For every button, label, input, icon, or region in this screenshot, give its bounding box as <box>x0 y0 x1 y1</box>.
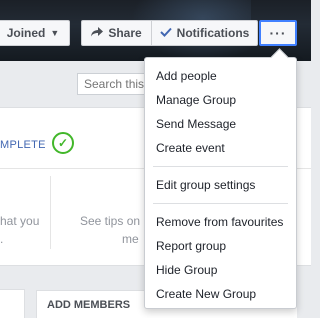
bottom-left-card <box>0 289 25 318</box>
checkmark-icon <box>159 26 172 40</box>
tip-right-line1: See tips on <box>80 214 141 228</box>
more-dots-icon: ··· <box>269 25 287 41</box>
menu-item-hide-group[interactable]: Hide Group <box>145 258 296 282</box>
checkmark-circle-icon: ✓ <box>52 132 74 154</box>
share-button[interactable]: Share <box>81 20 151 46</box>
tip-left-line1: hat you <box>0 214 40 228</box>
menu-item-add-people[interactable]: Add people <box>145 64 296 88</box>
caret-down-icon: ▼ <box>50 28 60 38</box>
menu-item-edit-group-settings[interactable]: Edit group settings <box>145 173 296 197</box>
joined-button[interactable]: Joined ▼ <box>0 20 70 46</box>
tip-right: See tips on me <box>80 212 140 248</box>
menu-item-create-new-group[interactable]: Create New Group <box>145 282 296 306</box>
share-label: Share <box>108 26 142 40</box>
add-members-title: ADD MEMBERS <box>47 299 131 311</box>
menu-item-create-event[interactable]: Create event <box>145 136 296 160</box>
menu-item-report-group[interactable]: Report group <box>145 234 296 258</box>
menu-item-send-message[interactable]: Send Message <box>145 112 296 136</box>
tip-right-line2: me <box>122 232 139 246</box>
notifications-label: Notifications <box>176 26 250 40</box>
tip-left-line2: . <box>0 232 4 246</box>
more-options-button[interactable]: ··· <box>259 20 297 46</box>
joined-label: Joined <box>6 26 46 40</box>
menu-separator <box>153 203 288 204</box>
complete-label: MPLETE <box>0 139 46 151</box>
notifications-button[interactable]: Notifications <box>151 20 258 46</box>
share-icon <box>91 26 104 40</box>
menu-item-remove-from-favourites[interactable]: Remove from favourites <box>145 210 296 234</box>
panel-column-divider <box>50 176 51 249</box>
tip-left: hat you . <box>0 212 39 248</box>
more-options-menu: Add people Manage Group Send Message Cre… <box>144 57 297 309</box>
menu-item-manage-group[interactable]: Manage Group <box>145 88 296 112</box>
menu-separator <box>153 166 288 167</box>
